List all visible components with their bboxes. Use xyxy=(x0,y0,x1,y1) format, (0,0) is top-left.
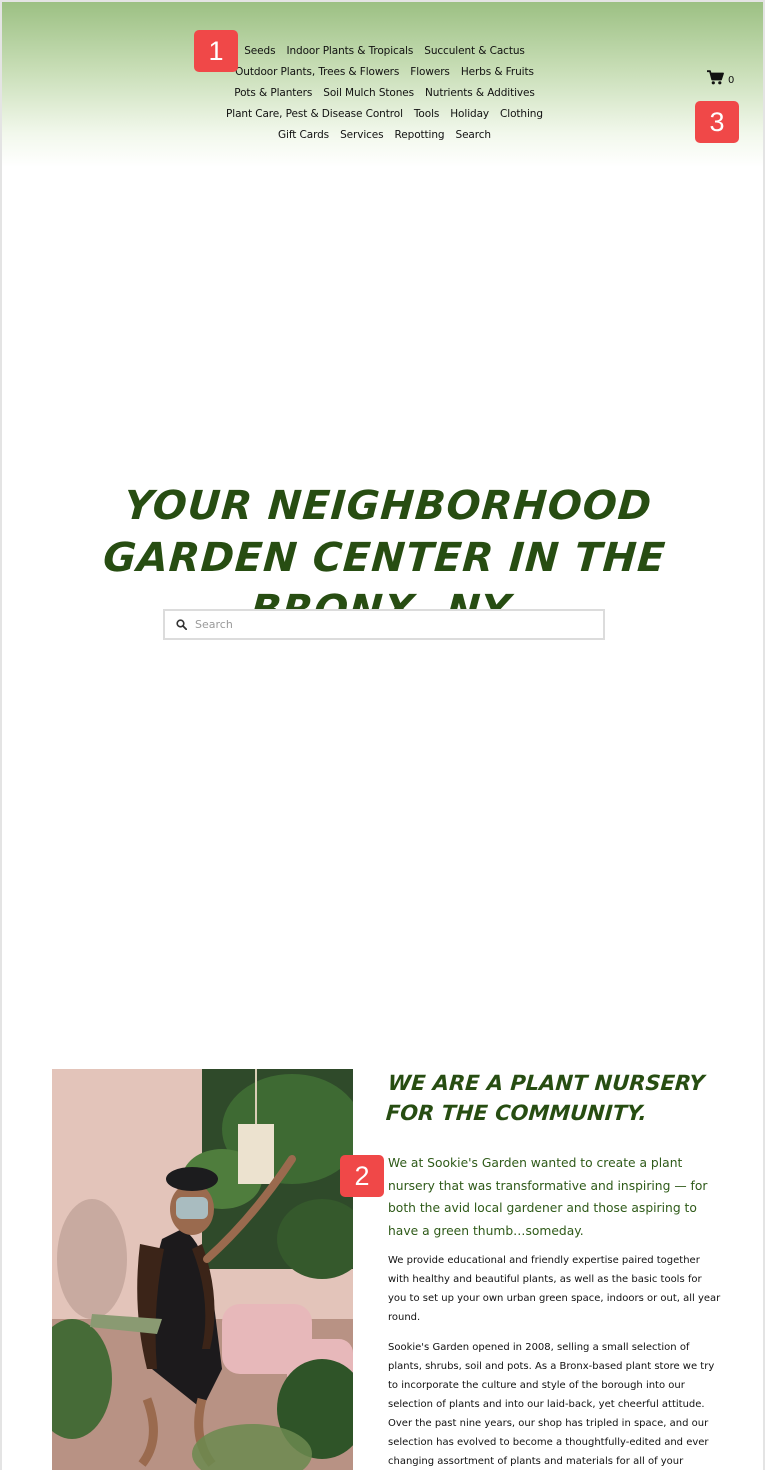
nav-link-indoor-plants[interactable]: Indoor Plants & Tropicals xyxy=(286,45,413,57)
about-paragraph: We provide educational and friendly expe… xyxy=(388,1255,721,1323)
nav-link-services[interactable]: Services xyxy=(340,129,384,141)
search-input[interactable] xyxy=(195,618,575,631)
cart-button[interactable]: 0 xyxy=(707,70,734,90)
nav-link-flowers[interactable]: Flowers xyxy=(410,66,450,78)
nav-link-gift-cards[interactable]: Gift Cards xyxy=(278,129,329,141)
nav-row: Gift Cards Services Repotting Search xyxy=(192,124,577,145)
nav-row: Seeds Indoor Plants & Tropicals Succulen… xyxy=(192,40,577,61)
about-lead-paragraph: We at Sookie's Garden wanted to create a… xyxy=(388,1156,708,1238)
nav-link-soil-mulch-stones[interactable]: Soil Mulch Stones xyxy=(323,87,414,99)
nav-link-pots-planters[interactable]: Pots & Planters xyxy=(234,87,312,99)
nav-link-herbs-fruits[interactable]: Herbs & Fruits xyxy=(461,66,534,78)
about-title: WE ARE A PLANT NURSERY FOR THE COMMUNITY… xyxy=(385,1071,706,1125)
nav-link-repotting[interactable]: Repotting xyxy=(395,129,445,141)
nav-row: Pots & Planters Soil Mulch Stones Nutrie… xyxy=(192,82,577,103)
nav-row: Plant Care, Pest & Disease Control Tools… xyxy=(192,103,577,124)
nav-link-holiday[interactable]: Holiday xyxy=(450,108,489,120)
nav-link-plant-care[interactable]: Plant Care, Pest & Disease Control xyxy=(226,108,403,120)
page: Seeds Indoor Plants & Tropicals Succulen… xyxy=(0,0,765,1470)
nav-link-outdoor-plants[interactable]: Outdoor Plants, Trees & Flowers xyxy=(235,66,399,78)
store-photo xyxy=(52,1069,353,1470)
annotation-marker-1: 1 xyxy=(194,30,238,72)
annotation-marker-3: 3 xyxy=(695,101,739,143)
nav-link-clothing[interactable]: Clothing xyxy=(500,108,543,120)
cart-count: 0 xyxy=(728,74,735,86)
nav-link-succulent-cactus[interactable]: Succulent & Cactus xyxy=(424,45,525,57)
main-nav: Seeds Indoor Plants & Tropicals Succulen… xyxy=(192,40,577,145)
search-bar[interactable] xyxy=(163,609,605,640)
nav-link-search[interactable]: Search xyxy=(456,129,492,141)
search-icon xyxy=(176,619,187,630)
cart-icon xyxy=(707,70,724,90)
about-paragraph: Sookie's Garden opened in 2008, selling … xyxy=(388,1342,715,1467)
site-header: Seeds Indoor Plants & Tropicals Succulen… xyxy=(2,2,763,167)
annotation-marker-2: 2 xyxy=(340,1155,384,1197)
nav-row: Outdoor Plants, Trees & Flowers Flowers … xyxy=(192,61,577,82)
nav-link-nutrients-additives[interactable]: Nutrients & Additives xyxy=(425,87,535,99)
nav-link-seeds[interactable]: Seeds xyxy=(244,45,275,57)
nav-link-tools[interactable]: Tools xyxy=(414,108,439,120)
